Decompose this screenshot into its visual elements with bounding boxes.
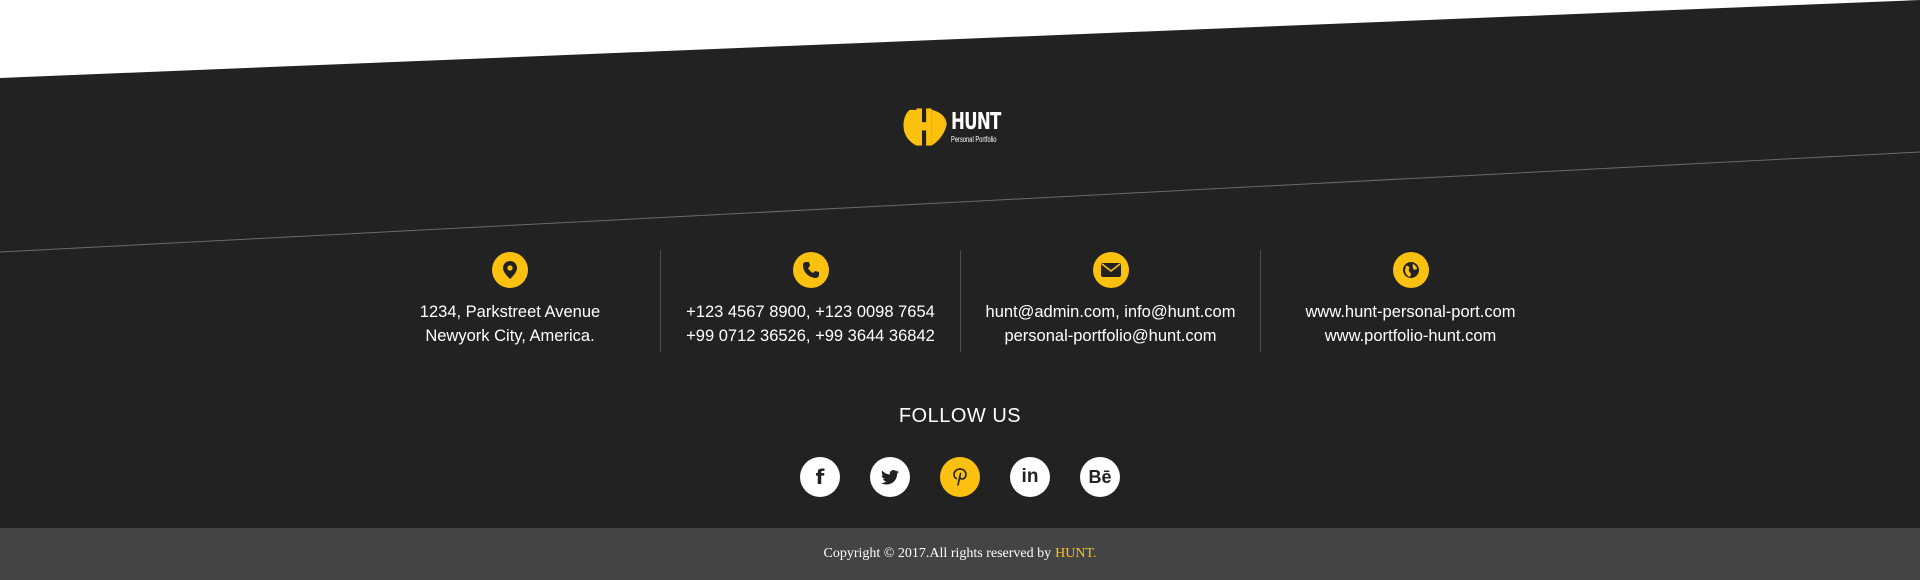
website-line-2[interactable]: www.portfolio-hunt.com [1261,324,1560,348]
hunt-logo-icon [903,108,947,146]
contact-phone: +123 4567 8900, +123 0098 7654 +99 0712 … [660,250,960,352]
social-links: f in Bē [800,457,1120,497]
website-line-1[interactable]: www.hunt-personal-port.com [1261,300,1560,324]
pinterest-icon [953,468,967,486]
contact-website: www.hunt-personal-port.com www.portfolio… [1260,250,1560,352]
logo-name: HUNT [951,109,1001,135]
behance-button[interactable]: Bē [1080,457,1120,497]
contact-email: hunt@admin.com, info@hunt.com personal-p… [960,250,1260,352]
copyright-brand-link[interactable]: HUNT. [1055,546,1096,562]
facebook-button[interactable]: f [800,457,840,497]
phone-icon [792,252,829,288]
logo-tagline: Personal Portfolio [951,135,997,144]
linkedin-icon: in [1021,466,1039,487]
pinterest-button[interactable] [940,457,980,497]
copyright-bar: Copyright © 2017.All rights reserved by … [0,528,1920,580]
copyright-text: Copyright © 2017.All rights reserved by [823,546,1052,561]
phone-line-2[interactable]: +99 0712 36526, +99 3644 36842 [661,324,960,348]
follow-us-heading: FOLLOW US [898,405,1022,427]
site-footer: HUNT Personal Portfolio 1234, Parkstreet… [0,0,1920,580]
logo-text: HUNT Personal Portfolio [951,109,1020,145]
phone-line-1[interactable]: +123 4567 8900, +123 0098 7654 [661,300,960,324]
globe-icon [1392,252,1429,288]
twitter-button[interactable] [870,457,910,497]
location-pin-icon [492,252,528,288]
email-line-1[interactable]: hunt@admin.com, info@hunt.com [961,300,1260,324]
behance-icon: Bē [1088,466,1112,487]
address-line-1: 1234, Parkstreet Avenue [419,303,601,321]
twitter-icon [881,469,899,485]
contact-address: 1234, Parkstreet Avenue Newyork City, Am… [360,250,660,352]
email-line-2[interactable]: personal-portfolio@hunt.com [961,324,1260,348]
footer-logo[interactable]: HUNT Personal Portfolio [900,100,1020,154]
facebook-icon: f [815,465,825,489]
contact-info: 1234, Parkstreet Avenue Newyork City, Am… [360,250,1560,352]
linkedin-button[interactable]: in [1010,457,1050,497]
address-line-2: Newyork City, America. [425,327,595,345]
envelope-icon [1092,252,1129,288]
